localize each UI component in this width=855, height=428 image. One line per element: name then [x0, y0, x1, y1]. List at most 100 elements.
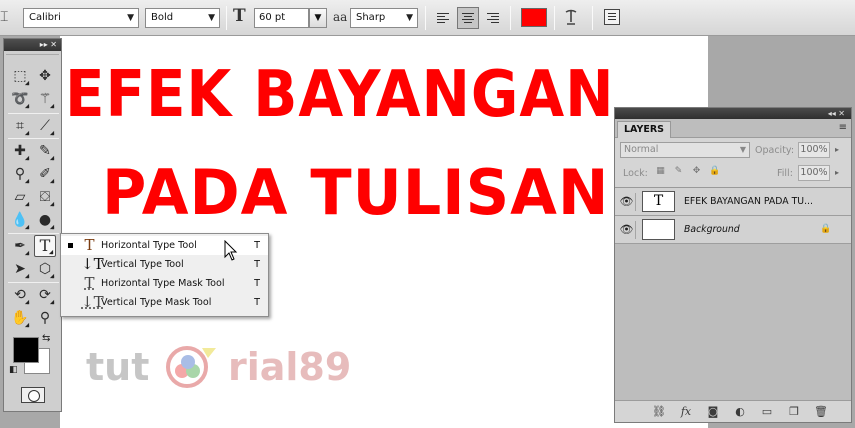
horizontal-type-icon[interactable]: T: [34, 235, 56, 257]
blend-mode-value: Normal: [624, 144, 659, 155]
new-group-icon[interactable]: ▭: [758, 404, 776, 420]
align-right-button[interactable]: [482, 7, 504, 29]
lock-transparency-icon[interactable]: ▦: [655, 166, 666, 177]
eye-icon[interactable]: 👁: [618, 221, 636, 239]
separator: [554, 6, 555, 30]
path-selection-icon[interactable]: ➤: [9, 258, 31, 280]
blur-icon[interactable]: 💧: [9, 209, 31, 231]
menu-item-shortcut: T: [254, 259, 260, 270]
foreground-color-swatch[interactable]: [13, 337, 39, 363]
menu-item-label: Horizontal Type Tool: [101, 240, 197, 251]
panel-grip[interactable]: [6, 51, 59, 55]
eyedropper-icon[interactable]: ⟋: [34, 115, 56, 137]
font-family-value: Calibri: [29, 12, 61, 23]
document-canvas[interactable]: EFEK BAYANGAN PADA TULISAN: [60, 36, 708, 428]
font-style-value: Bold: [151, 12, 174, 23]
separator: [8, 233, 59, 234]
font-style-select[interactable]: Bold ▼: [145, 8, 220, 28]
layers-list: 👁 T EFEK BAYANGAN PADA TU... 👁 Backgroun…: [615, 187, 851, 402]
magic-wand-icon[interactable]: ⚚: [34, 88, 56, 110]
swap-colors-icon[interactable]: ⇆: [42, 333, 50, 344]
layer-row[interactable]: 👁 Background 🔒: [615, 216, 851, 244]
menu-item-vertical-type-mask-tool[interactable]: ↓T Vertical Type Mask Tool T: [61, 293, 268, 312]
layer-mask-icon[interactable]: ◙: [704, 404, 722, 420]
menu-item-label: Horizontal Type Mask Tool: [101, 278, 225, 289]
new-layer-icon[interactable]: ❐: [785, 404, 803, 420]
font-size-dropdown[interactable]: ▼: [309, 8, 327, 28]
mouse-pointer-icon: [224, 240, 238, 261]
pen-icon[interactable]: ✒: [9, 235, 31, 257]
panel-controls-icon[interactable]: ◂◂ ✕: [828, 109, 845, 118]
custom-shape-icon[interactable]: ⬡: [34, 258, 56, 280]
paint-bucket-icon[interactable]: ⛋: [34, 186, 56, 208]
clone-stamp-icon[interactable]: ⚲: [9, 163, 31, 185]
options-bar: ⌶ Calibri ▼ Bold ▼ T 60 pt ▼ aa Sharp ▼: [0, 0, 855, 36]
collapse-icon[interactable]: ▸▸: [40, 40, 48, 49]
lock-image-icon[interactable]: ✎: [673, 166, 684, 177]
delete-layer-icon[interactable]: 🗑: [812, 404, 830, 420]
layers-panel-header: ◂◂ ✕: [615, 108, 851, 119]
history-brush-icon[interactable]: ✐: [34, 163, 56, 185]
brush-icon[interactable]: ✎: [34, 140, 56, 162]
lock-all-icon[interactable]: 🔒: [709, 166, 720, 177]
separator: [226, 6, 227, 30]
adjustment-layer-icon[interactable]: ◐: [731, 404, 749, 420]
align-center-button[interactable]: [457, 7, 479, 29]
hand-icon[interactable]: ✋: [9, 307, 31, 329]
spot-healing-brush-icon[interactable]: ✚: [9, 140, 31, 162]
layer-style-icon[interactable]: fx: [677, 404, 695, 420]
rectangular-marquee-icon[interactable]: ⬚: [9, 65, 31, 87]
character-paragraph-panels-icon[interactable]: [604, 9, 620, 25]
default-colors-icon[interactable]: ◧: [9, 365, 18, 375]
chevron-down-icon: ▼: [739, 145, 746, 154]
lock-position-icon[interactable]: ✥: [691, 166, 702, 177]
panel-menu-icon[interactable]: ≡: [839, 122, 847, 133]
zoom-icon[interactable]: ⚲: [34, 307, 56, 329]
font-size-input[interactable]: 60 pt: [254, 8, 309, 28]
dodge-icon[interactable]: ●: [34, 209, 56, 231]
3d-rotate-icon[interactable]: ⟲: [9, 284, 31, 306]
blend-opacity-row: Normal ▼ Opacity: 100% ▸: [615, 138, 851, 161]
quick-mask-icon[interactable]: [21, 387, 45, 403]
close-icon[interactable]: ✕: [50, 40, 57, 49]
chevron-down-icon: ▼: [127, 13, 134, 23]
antialias-select[interactable]: Sharp ▼: [350, 8, 418, 28]
menu-item-shortcut: T: [254, 278, 260, 289]
watermark-text-end: rial89: [228, 345, 352, 389]
3d-orbit-icon[interactable]: ⟳: [34, 284, 56, 306]
eye-icon[interactable]: 👁: [618, 193, 636, 211]
font-size-icon: T: [233, 6, 246, 26]
separator: [8, 138, 59, 139]
layer-row[interactable]: 👁 T EFEK BAYANGAN PADA TU...: [615, 188, 851, 216]
warp-text-icon[interactable]: [563, 8, 579, 30]
crop-icon[interactable]: ⌗: [9, 115, 31, 137]
font-family-select[interactable]: Calibri ▼: [23, 8, 139, 28]
separator: [425, 6, 426, 30]
move-tool-icon[interactable]: ✥: [34, 65, 56, 87]
menu-item-horizontal-type-mask-tool[interactable]: T Horizontal Type Mask Tool T: [61, 274, 268, 293]
opacity-slider-arrow-icon[interactable]: ▸: [832, 142, 842, 158]
align-left-button[interactable]: [432, 7, 454, 29]
layer-thumbnail: T: [642, 191, 675, 212]
lasso-icon[interactable]: ➰: [9, 88, 31, 110]
tab-layers[interactable]: LAYERS: [617, 121, 672, 138]
vertical-type-icon: ↓T: [81, 255, 104, 273]
blend-mode-select[interactable]: Normal ▼: [620, 142, 750, 158]
opacity-input[interactable]: 100%: [798, 142, 830, 158]
text-color-swatch[interactable]: [521, 8, 547, 27]
chevron-down-icon: ▼: [208, 13, 215, 23]
lock-icon: 🔒: [820, 224, 832, 234]
layers-panel: ◂◂ ✕ LAYERS ≡ Normal ▼ Opacity: 100% ▸ L…: [614, 107, 852, 423]
separator: [8, 113, 59, 114]
eraser-icon[interactable]: ▱: [9, 186, 31, 208]
fill-input[interactable]: 100%: [798, 165, 830, 181]
tool-preset-icon[interactable]: ⌶: [0, 8, 14, 26]
layers-panel-footer: ⛓ fx ◙ ◐ ▭ ❐ 🗑: [615, 400, 851, 422]
layer-name: Background: [684, 224, 740, 235]
link-layers-icon[interactable]: ⛓: [650, 404, 668, 420]
horizontal-type-icon: T: [84, 236, 95, 254]
menu-item-shortcut: T: [254, 240, 260, 251]
headline-line-1: EFEK BAYANGAN: [65, 58, 615, 132]
separator: [8, 282, 59, 283]
fill-slider-arrow-icon[interactable]: ▸: [832, 165, 842, 181]
